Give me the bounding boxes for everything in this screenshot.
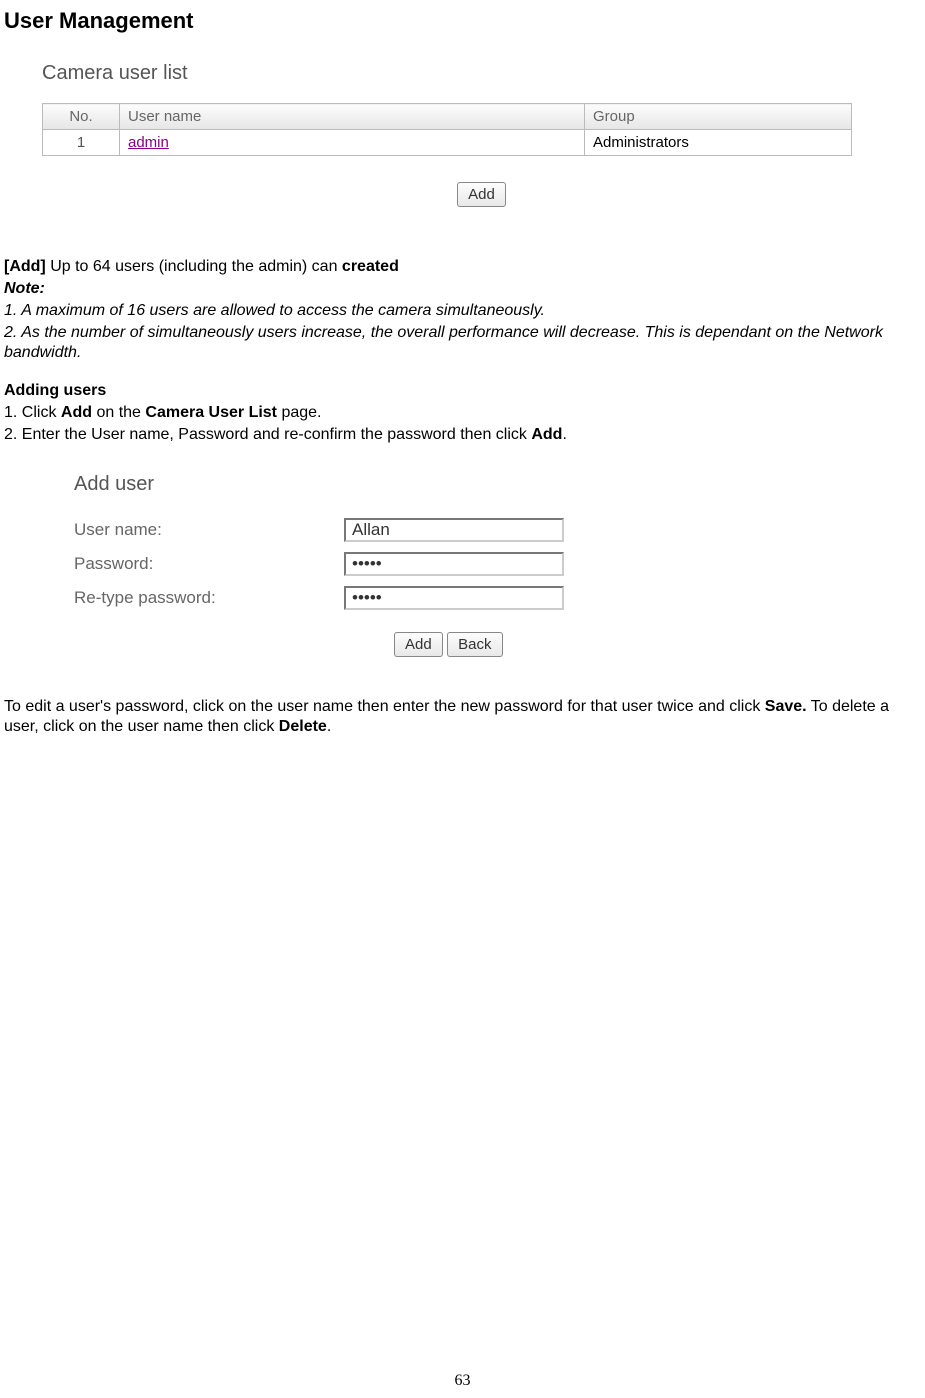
cell-group: Administrators <box>585 130 852 156</box>
edit-delete-instructions: To edit a user's password, click on the … <box>4 697 921 737</box>
label-password: Password: <box>74 554 344 574</box>
add-created: created <box>342 258 399 275</box>
user-link-admin[interactable]: admin <box>128 134 169 151</box>
note-heading: Note: <box>4 279 921 299</box>
add-user-title: Add user <box>74 473 921 496</box>
column-header-username: User name <box>120 104 585 130</box>
column-header-no: No. <box>43 104 120 130</box>
cell-no: 1 <box>43 130 120 156</box>
add-description: [Add] Up to 64 users (including the admi… <box>4 257 921 277</box>
add-button[interactable]: Add <box>457 182 506 207</box>
step-2: 2. Enter the User name, Password and re-… <box>4 425 921 445</box>
step-1: 1. Click Add on the Camera User List pag… <box>4 403 921 423</box>
label-username: User name: <box>74 520 344 540</box>
label-retype-password: Re-type password: <box>74 588 344 608</box>
add-button-row: Add <box>42 182 921 207</box>
note-1: 1. A maximum of 16 users are allowed to … <box>4 301 921 321</box>
add-text: Up to 64 users (including the admin) can <box>50 258 342 275</box>
note-2: 2. As the number of simultaneously users… <box>4 323 921 363</box>
password-field[interactable] <box>344 552 564 576</box>
user-list-table: No. User name Group 1 admin Administrato… <box>42 103 852 156</box>
add-label: [Add] <box>4 258 50 275</box>
adding-users-heading: Adding users <box>4 381 921 401</box>
table-row: 1 admin Administrators <box>43 130 852 156</box>
add-user-figure: Add user User name: Password: Re-type pa… <box>74 473 921 657</box>
page-title: User Management <box>4 8 921 34</box>
camera-user-list-title: Camera user list <box>42 62 921 85</box>
page-number: 63 <box>0 1372 925 1390</box>
retype-password-field[interactable] <box>344 586 564 610</box>
username-field[interactable] <box>344 518 564 542</box>
camera-user-list-figure: Camera user list No. User name Group 1 a… <box>42 62 921 207</box>
add-user-button[interactable]: Add <box>394 632 443 657</box>
cell-username: admin <box>120 130 585 156</box>
column-header-group: Group <box>585 104 852 130</box>
back-button[interactable]: Back <box>447 632 502 657</box>
